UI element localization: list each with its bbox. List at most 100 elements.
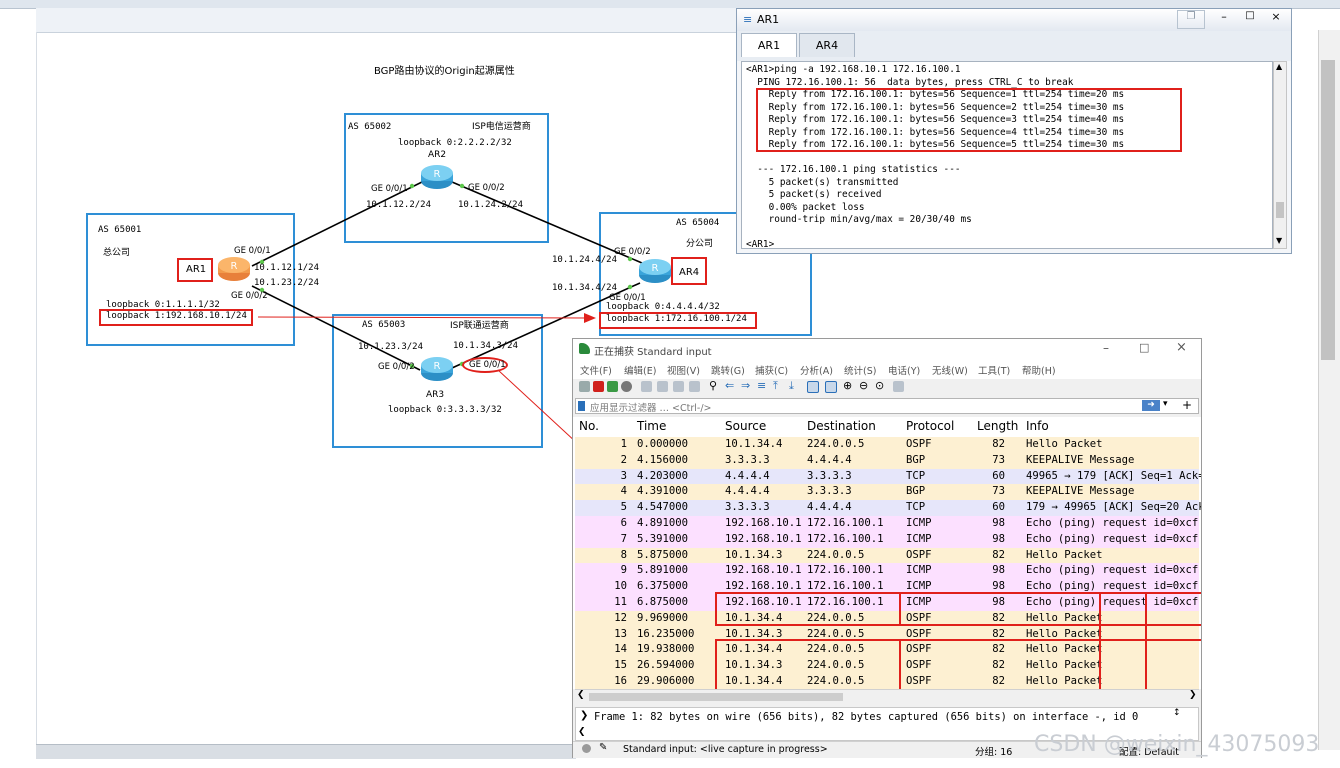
packet-info: KEEPALIVE Message <box>1026 453 1135 466</box>
resize-columns-icon[interactable] <box>893 381 904 392</box>
console-line: 0.00% packet loss <box>746 201 865 213</box>
packet-row[interactable]: 4 4.391000 4.4.4.4 3.3.3.3 BGP 73 KEEPALIVE Me… <box>575 484 1199 501</box>
go-to-packet-icon[interactable]: ≡ <box>757 379 766 392</box>
go-forward-icon[interactable]: ⇒ <box>741 379 750 392</box>
close-icon[interactable]: × <box>1176 340 1187 355</box>
col-no[interactable]: No. <box>579 419 599 433</box>
packet-row[interactable]: 3 4.203000 4.4.4.4 3.3.3.3 TCP 60 49965 → 179 … <box>575 468 1201 485</box>
col-destination[interactable]: Destination <box>807 419 876 433</box>
console-app-icon: ≡ <box>743 13 753 26</box>
scroll-left-icon[interactable]: ❮ <box>577 690 585 700</box>
zoom-in-icon[interactable]: ⊕ <box>843 379 852 392</box>
maximize-icon[interactable]: □ <box>1239 10 1261 27</box>
detail-spin-icon[interactable]: ↕ <box>1173 708 1181 718</box>
packet-row[interactable]: 5 4.547000 3.3.3.3 4.4.4.4 TCP 60 179 → 49965 … <box>575 500 1201 517</box>
expand-icon[interactable]: ❯ <box>580 710 588 721</box>
router-icon[interactable]: R <box>217 256 251 282</box>
packet-protocol: BGP <box>906 453 926 466</box>
close-file-icon[interactable] <box>673 381 684 392</box>
expert-info-icon[interactable] <box>582 744 591 753</box>
display-filter-input[interactable]: 应用显示过滤器 … <Ctrl-/> ➜ ▾ + <box>575 398 1199 414</box>
menu-statistics[interactable]: 统计(S) <box>844 363 876 377</box>
restore-icon[interactable]: ❐ <box>1177 10 1205 29</box>
packet-row[interactable]: 6 4.891000 192.168.10.1 172.16.100.1 ICMP 98 E… <box>575 516 1199 532</box>
col-time[interactable]: Time <box>637 419 666 433</box>
menu-go[interactable]: 跳转(G) <box>711 363 745 377</box>
maximize-icon[interactable]: □ <box>1139 341 1149 354</box>
scroll-up-icon[interactable]: ▲ <box>1276 62 1282 71</box>
packet-no: 14 <box>614 643 627 656</box>
console-scrollbar[interactable]: ▲ ▼ <box>1273 61 1287 249</box>
console-titlebar: ≡ AR1 ❐ – □ × <box>737 9 1291 31</box>
menu-file[interactable]: 文件(F) <box>580 363 612 377</box>
go-back-icon[interactable]: ⇐ <box>725 379 734 392</box>
detail-frame-line[interactable]: Frame 1: 82 bytes on wire (656 bits), 82… <box>594 711 1138 723</box>
hscroll-thumb[interactable] <box>589 693 843 701</box>
autoscroll-icon[interactable] <box>807 381 819 393</box>
packet-row[interactable]: 7 5.391000 192.168.10.1 172.16.100.1 ICMP 98 E… <box>575 531 1199 548</box>
col-length[interactable]: Length <box>977 419 1018 433</box>
console-scroll-thumb[interactable] <box>1276 202 1284 218</box>
zoom-out-icon[interactable]: ⊖ <box>859 379 868 392</box>
minimize-icon[interactable]: – <box>1103 341 1109 355</box>
scroll-left-icon[interactable]: ❮ <box>578 727 586 737</box>
menu-view[interactable]: 视图(V) <box>667 363 700 377</box>
packet-list[interactable]: No. Time Source Destination Protocol Len… <box>573 417 1201 689</box>
packet-info: Echo (ping) request id=0xcf <box>1026 564 1199 577</box>
packet-row[interactable]: 2 4.156000 3.3.3.3 4.4.4.4 BGP 73 KEEPALIVE Me… <box>575 452 1199 469</box>
packet-time: 4.203000 <box>637 469 689 482</box>
packet-time: 5.391000 <box>637 532 689 545</box>
colorize-icon[interactable] <box>825 381 837 393</box>
menu-wireless[interactable]: 无线(W) <box>932 363 968 377</box>
col-info[interactable]: Info <box>1026 419 1049 433</box>
find-packet-icon[interactable]: ⚲ <box>709 379 717 392</box>
packet-info: Hello Packet <box>1026 548 1103 561</box>
edit-comment-icon[interactable]: ✎ <box>599 742 607 753</box>
bookmark-icon[interactable] <box>578 401 585 411</box>
console-output[interactable]: <AR1>ping -a 192.168.10.1 172.16.100.1 P… <box>741 61 1273 250</box>
menu-analyze[interactable]: 分析(A) <box>800 363 833 377</box>
menu-edit[interactable]: 编辑(E) <box>624 363 656 377</box>
close-icon[interactable]: × <box>1265 10 1287 27</box>
col-source[interactable]: Source <box>725 419 766 433</box>
col-protocol[interactable]: Protocol <box>906 419 954 433</box>
packet-no: 16 <box>614 675 627 687</box>
last-packet-icon[interactable]: ⤓ <box>789 379 794 393</box>
packet-no: 12 <box>614 611 627 624</box>
scroll-right-icon[interactable]: ❯ <box>1189 690 1197 700</box>
shark-fin-start-icon[interactable] <box>579 381 590 392</box>
restart-capture-icon[interactable] <box>607 381 618 392</box>
packet-list-hscroll[interactable]: ❮ ❯ <box>575 689 1199 704</box>
reload-file-icon[interactable] <box>689 381 700 392</box>
ar1-loopback1: loopback 1:192.168.10.1/24 <box>106 311 247 321</box>
menu-capture[interactable]: 捕获(C) <box>755 363 788 377</box>
apply-filter-icon[interactable]: ➜ <box>1142 400 1160 411</box>
packet-row[interactable]: 1 0.000000 10.1.34.4 224.0.0.5 OSPF 82 Hello P… <box>575 437 1199 453</box>
zoom-reset-icon[interactable]: ⊙ <box>875 379 884 392</box>
router-icon[interactable]: R <box>420 164 454 190</box>
open-file-icon[interactable] <box>641 381 652 392</box>
as65002-name: ISP电信运营商 <box>472 122 531 132</box>
stop-capture-icon[interactable] <box>593 381 604 392</box>
packet-no: 5 <box>620 501 627 514</box>
packet-length: 73 <box>992 453 1005 466</box>
menu-telephony[interactable]: 电话(Y) <box>888 363 920 377</box>
save-file-icon[interactable] <box>657 381 668 392</box>
ar1-ip2-label: 10.1.23.2/24 <box>254 278 320 288</box>
tab-ar4[interactable]: AR4 <box>799 33 855 57</box>
minimize-icon[interactable]: – <box>1213 10 1235 27</box>
menu-tools[interactable]: 工具(T) <box>978 363 1010 377</box>
router-icon[interactable]: R <box>638 258 672 284</box>
first-packet-icon[interactable]: ⤒ <box>773 379 778 393</box>
packet-row[interactable]: 8 5.875000 10.1.34.3 224.0.0.5 OSPF 82 Hello P… <box>575 547 1199 564</box>
filter-dropdown-icon[interactable]: ▾ <box>1163 399 1168 409</box>
router-icon[interactable]: R <box>420 356 454 382</box>
wireshark-window: 正在捕获 Standard input – □ × 文件(F) 编辑(E) 视图… <box>572 338 1202 758</box>
capture-options-icon[interactable] <box>621 381 632 392</box>
tab-ar1[interactable]: AR1 <box>741 33 797 57</box>
packet-row[interactable]: 9 5.891000 192.168.10.1 172.16.100.1 ICMP 98 E… <box>575 563 1199 580</box>
as65003-label: AS 65003 <box>362 320 406 330</box>
add-filter-button[interactable]: + <box>1182 398 1192 412</box>
scroll-down-icon[interactable]: ▼ <box>1276 236 1282 245</box>
menu-help[interactable]: 帮助(H) <box>1022 363 1056 377</box>
